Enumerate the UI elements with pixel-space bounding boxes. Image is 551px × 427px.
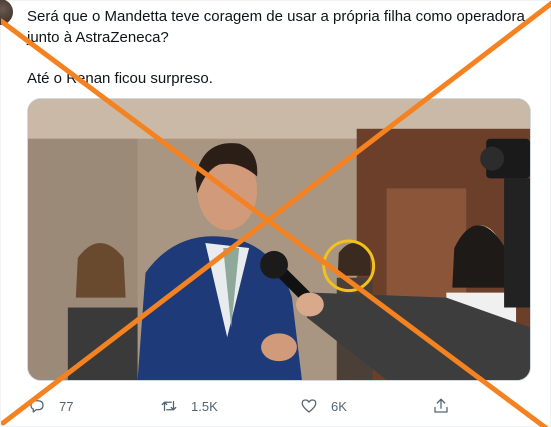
- like-count: 6K: [331, 398, 347, 414]
- tweet-text-line: Será que o Mandetta teve coragem de usar…: [27, 8, 525, 25]
- photo-reporter-hand: [295, 292, 324, 317]
- photo-person-left-body: [67, 307, 138, 380]
- reply-button[interactable]: 77: [25, 393, 73, 419]
- share-icon: [429, 394, 453, 418]
- avatar[interactable]: [0, 0, 13, 25]
- tweet-text-line: Até o Renan ficou surpreso.: [27, 70, 213, 87]
- reply-count: 77: [59, 398, 74, 414]
- like-button[interactable]: 6K: [297, 393, 347, 419]
- share-button[interactable]: [429, 393, 453, 419]
- reply-icon: [25, 394, 49, 418]
- retweet-button[interactable]: 1.5K: [157, 393, 218, 419]
- retweet-icon: [157, 394, 181, 418]
- photo-man-hand: [261, 333, 297, 362]
- tweet-text: Será que o Mandetta teve coragem de usar…: [27, 6, 547, 89]
- tweet-card: Será que o Mandetta teve coragem de usar…: [0, 0, 551, 427]
- photo-illustration: [28, 99, 530, 380]
- photo-microphone-head: [260, 250, 288, 279]
- heart-icon: [297, 394, 321, 418]
- photo-camera-operator: [504, 178, 530, 308]
- tweet-photo[interactable]: [27, 98, 531, 381]
- tweet-text-line: junto à AstraZeneca?: [27, 29, 169, 46]
- tweet-actions: 77 1.5K 6K: [17, 393, 537, 419]
- photo-camera-lens: [480, 146, 505, 171]
- retweet-count: 1.5K: [191, 398, 218, 414]
